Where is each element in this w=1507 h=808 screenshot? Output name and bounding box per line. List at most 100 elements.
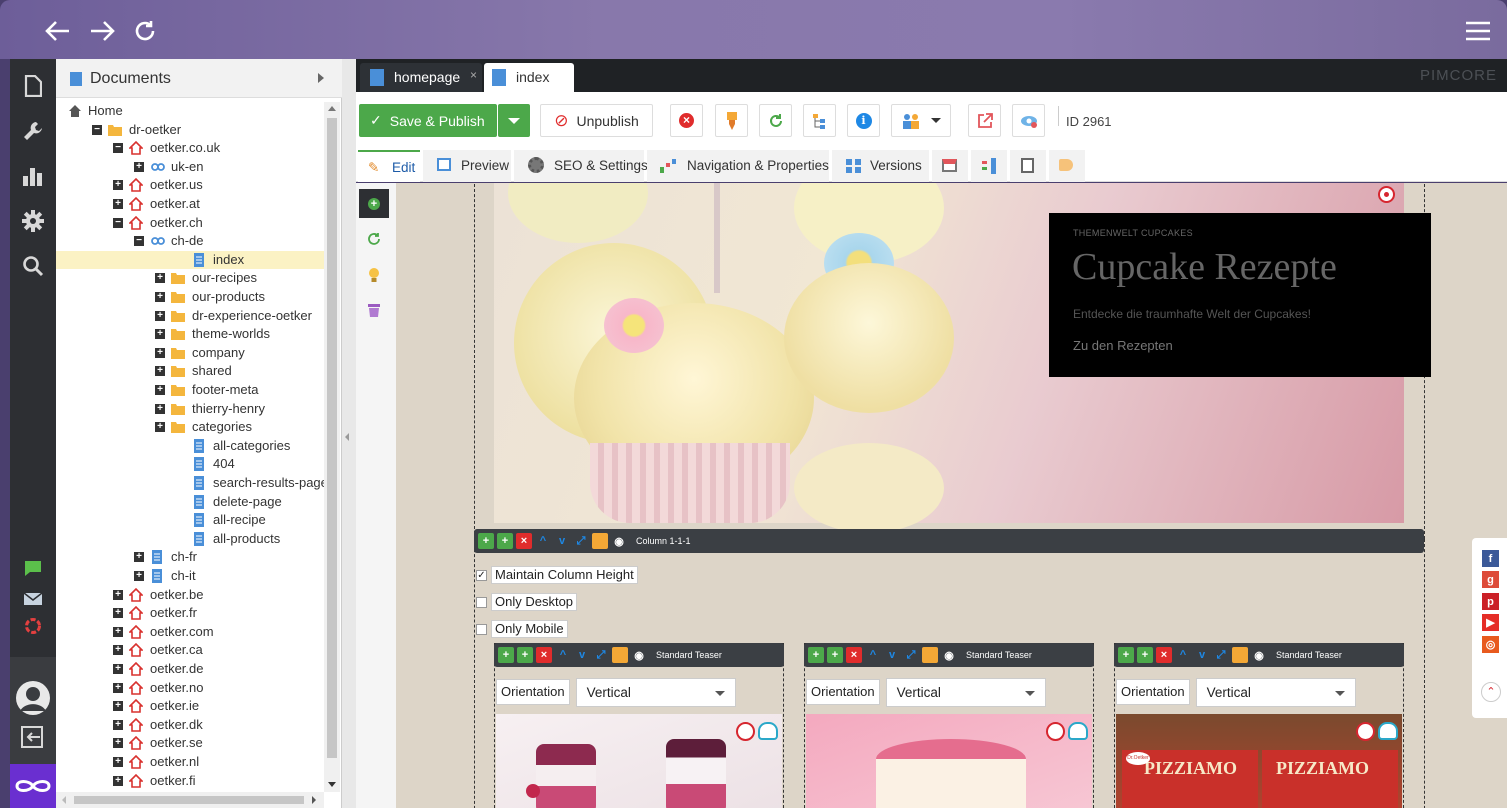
close-tab-icon[interactable]: ×: [470, 61, 477, 90]
collapse-panel-icon[interactable]: [318, 73, 324, 83]
tree-node[interactable]: + oetker.fi: [56, 772, 324, 791]
expand-icon[interactable]: ⤢: [1213, 647, 1229, 663]
add-block-icon[interactable]: +: [808, 647, 824, 663]
move-down-icon[interactable]: v: [554, 533, 570, 549]
share-button[interactable]: [1012, 104, 1045, 137]
tree-node[interactable]: + footer-meta: [56, 381, 324, 400]
expand-icon[interactable]: +: [113, 589, 123, 600]
only-mobile-checkbox[interactable]: [476, 623, 487, 635]
refresh-areas-button[interactable]: [359, 224, 389, 253]
expand-icon[interactable]: +: [113, 180, 123, 191]
only-desktop-checkbox[interactable]: [476, 596, 487, 608]
add-area-button[interactable]: +: [359, 189, 389, 218]
move-up-icon[interactable]: ^: [535, 533, 551, 549]
image-icon[interactable]: [592, 533, 608, 549]
tree-node[interactable]: all-products: [56, 530, 324, 549]
expand-icon[interactable]: +: [113, 701, 123, 712]
expand-icon[interactable]: ⤢: [903, 647, 919, 663]
expand-icon[interactable]: +: [155, 329, 165, 340]
reload-icon[interactable]: [131, 16, 159, 46]
tree-node[interactable]: + oetker.us: [56, 176, 324, 195]
teaser-image-cake[interactable]: [806, 714, 1092, 808]
tree-node[interactable]: + oetker.de: [56, 660, 324, 679]
delete-block-icon[interactable]: ×: [846, 647, 862, 663]
add-block-icon[interactable]: +: [1118, 647, 1134, 663]
tab-homepage[interactable]: homepage ×: [360, 63, 482, 92]
search-icon[interactable]: [18, 251, 48, 281]
expand-icon[interactable]: +: [155, 403, 165, 414]
forward-arrow-icon[interactable]: [88, 16, 116, 46]
tree-node[interactable]: index: [56, 250, 324, 270]
expand-icon[interactable]: +: [113, 719, 123, 730]
tree-scrollbar-thumb[interactable]: [327, 118, 337, 758]
collapse-icon[interactable]: −: [134, 236, 144, 247]
tree-node[interactable]: − ch-de: [56, 232, 324, 251]
hero-image[interactable]: THEMENWELT CUPCAKES Cupcake Rezepte Entd…: [494, 183, 1431, 533]
scroll-right-arrow-icon[interactable]: [312, 796, 316, 804]
expand-icon[interactable]: +: [155, 385, 165, 395]
tree-node[interactable]: − oetker.ch: [56, 214, 324, 233]
image-icon[interactable]: [612, 647, 628, 663]
add-block-after-icon[interactable]: +: [497, 533, 513, 549]
logout-icon[interactable]: [18, 722, 48, 752]
scroll-left-arrow-icon[interactable]: [62, 796, 66, 804]
upload-cloud-icon[interactable]: [1068, 722, 1088, 740]
expand-icon[interactable]: ⤢: [593, 647, 609, 663]
tree-node[interactable]: + our-recipes: [56, 269, 324, 288]
translation-menu-button[interactable]: [891, 104, 951, 137]
tree-node[interactable]: Home: [56, 102, 324, 121]
open-in-tree-button[interactable]: [715, 104, 748, 137]
save-publish-button[interactable]: ✓ Save & Publish: [359, 104, 497, 137]
expand-icon[interactable]: +: [113, 757, 123, 767]
tree-node[interactable]: + company: [56, 344, 324, 363]
target-icon[interactable]: [1356, 722, 1375, 741]
teaser-image-pizza[interactable]: PIZZIAMO PIZZIAMO Dr.Oetker: [1116, 714, 1402, 808]
show-in-tree-button[interactable]: [803, 104, 836, 137]
upload-cloud-icon[interactable]: [758, 722, 778, 740]
maintain-column-height-option[interactable]: ✓ Maintain Column Height: [476, 566, 638, 584]
image-icon[interactable]: [1232, 647, 1248, 663]
move-up-icon[interactable]: ^: [865, 647, 881, 663]
tree-node[interactable]: 404: [56, 455, 324, 474]
highlight-button[interactable]: [359, 260, 389, 289]
tree-node[interactable]: − dr-oetker: [56, 121, 324, 140]
save-dropdown-button[interactable]: [498, 104, 530, 137]
panel-splitter[interactable]: [342, 59, 356, 808]
collapse-icon[interactable]: −: [92, 124, 102, 135]
tree-vertical-scrollbar[interactable]: [324, 102, 340, 792]
tree-node[interactable]: + dr-experience-oetker: [56, 307, 324, 326]
reports-chart-icon[interactable]: [18, 161, 48, 191]
reload-document-button[interactable]: [759, 104, 792, 137]
settings-gear-icon[interactable]: [18, 206, 48, 236]
tab-notes[interactable]: [1010, 150, 1046, 182]
pinterest-icon[interactable]: p: [1482, 593, 1499, 610]
move-down-icon[interactable]: v: [1194, 647, 1210, 663]
upload-cloud-icon[interactable]: [1378, 722, 1398, 740]
tree-node[interactable]: + categories: [56, 418, 324, 437]
expand-icon[interactable]: +: [113, 682, 123, 693]
visibility-eye-icon[interactable]: ◉: [941, 647, 957, 663]
tree-node[interactable]: + oetker.at: [56, 195, 324, 214]
expand-icon[interactable]: +: [113, 664, 123, 674]
expand-icon[interactable]: +: [155, 273, 165, 284]
orientation-select[interactable]: Vertical: [885, 677, 1046, 707]
expand-icon[interactable]: +: [155, 292, 165, 302]
tree-node[interactable]: + oetker.ie: [56, 697, 324, 716]
close-tab-icon[interactable]: ×: [562, 55, 569, 84]
expand-icon[interactable]: +: [113, 775, 123, 786]
tree-node[interactable]: + oetker.com: [56, 623, 324, 642]
chat-icon[interactable]: [18, 553, 48, 583]
tree-node[interactable]: + oetker.se: [56, 734, 324, 753]
move-up-icon[interactable]: ^: [555, 647, 571, 663]
back-arrow-icon[interactable]: [44, 16, 72, 46]
user-avatar-icon[interactable]: [14, 679, 52, 717]
image-icon[interactable]: [922, 647, 938, 663]
tree-node[interactable]: all-categories: [56, 437, 324, 456]
delete-button[interactable]: ×: [670, 104, 703, 137]
add-block-icon[interactable]: +: [478, 533, 494, 549]
add-block-icon[interactable]: +: [498, 647, 514, 663]
expand-icon[interactable]: +: [113, 608, 123, 619]
tree-node[interactable]: + uk-en: [56, 158, 324, 177]
documents-icon[interactable]: [18, 71, 48, 101]
tree-node[interactable]: + thierry-henry: [56, 400, 324, 419]
